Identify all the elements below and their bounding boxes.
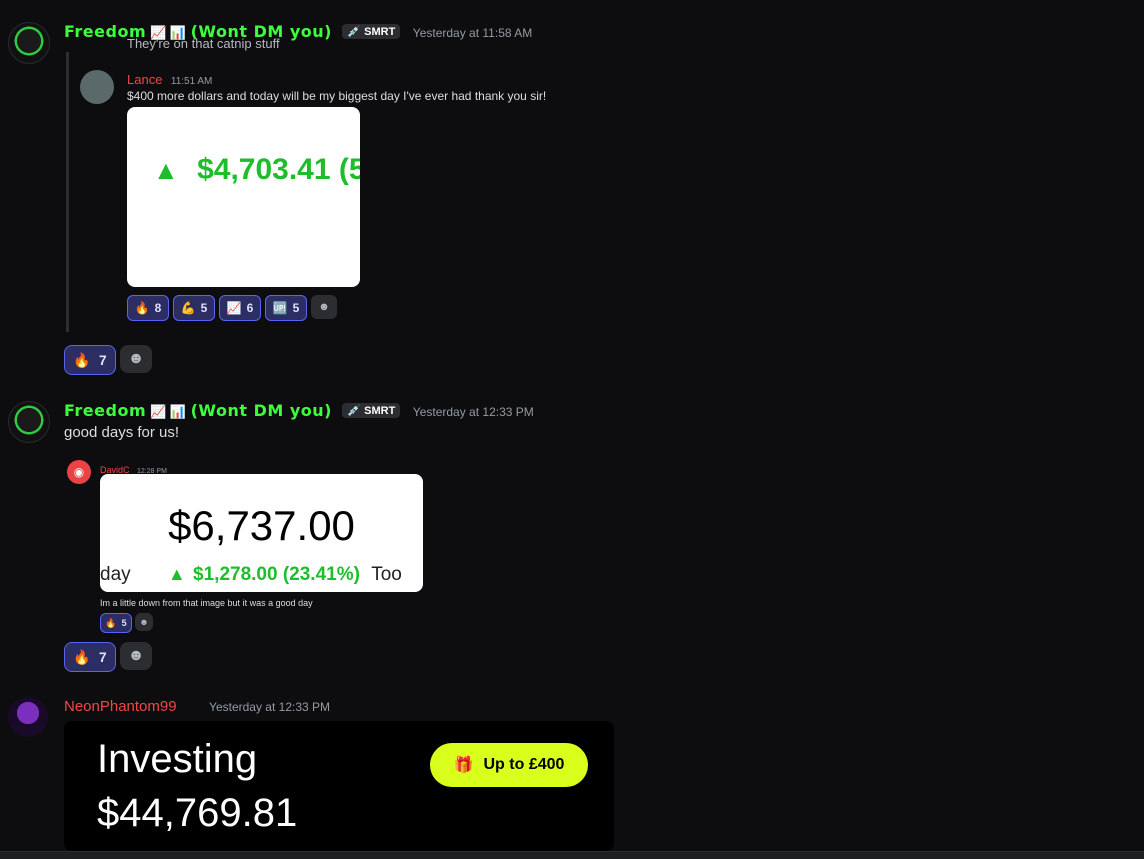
up-arrow-icon: ▲ — [153, 155, 179, 185]
forward-reactions: 🔥 8 💪 5 📈 6 🆙 5 ☻ — [127, 295, 337, 321]
reaction-count: 7 — [98, 352, 107, 368]
reaction[interactable]: 🔥 7 — [64, 345, 116, 375]
reaction[interactable]: 💪 5 — [173, 295, 215, 321]
muscle-icon: 💪 — [180, 301, 196, 315]
avatar[interactable] — [8, 401, 50, 443]
reaction[interactable]: 🔥 8 — [127, 295, 169, 321]
screenshot-image[interactable]: ▲ $4,703.41 (5 — [127, 107, 360, 287]
total-value: $6,737.00 — [168, 502, 355, 549]
gain-value: $4,703.41 (5 — [197, 153, 360, 186]
gain-row: ▲ $4,703.41 (5 — [153, 153, 360, 187]
username[interactable]: Freedom — [64, 401, 146, 420]
avatar[interactable] — [8, 697, 48, 737]
gift-icon: 🎁 — [453, 757, 474, 774]
card-value: $44,769.81 — [97, 791, 298, 835]
timestamp[interactable]: Yesterday at 11:58 AM — [413, 26, 532, 40]
reaction[interactable]: 🆙 5 — [265, 295, 307, 321]
up-button-icon: 🆙 — [272, 301, 288, 315]
fire-icon: 🔥 — [73, 648, 91, 665]
reaction-count: 6 — [246, 301, 254, 315]
message-header: NeonPhantom99 Yesterday at 12:33 PM — [64, 698, 330, 716]
timestamp[interactable]: Yesterday at 12:33 PM — [209, 700, 330, 714]
add-reaction-icon[interactable]: ☻ — [135, 613, 153, 631]
card-title: Investing — [97, 737, 258, 781]
username-suffix[interactable]: (Wont DM you) — [191, 401, 332, 420]
cta-button[interactable]: 🎁 Up to £400 — [430, 743, 588, 787]
screenshot-image[interactable]: $6,737.00 day ▲ $1,278.00 (23.41%) Too — [100, 474, 423, 592]
reaction-count: 5 — [292, 301, 300, 315]
add-reaction-icon[interactable]: ☻ — [120, 642, 152, 670]
forward-timestamp: 11:51 AM — [170, 76, 213, 87]
fire-icon: 🔥 — [105, 617, 117, 628]
day-label: day — [100, 564, 131, 585]
author-emojis: 📈 📊 — [150, 404, 187, 419]
cta-label: Up to £400 — [483, 756, 565, 773]
message-text: good days for us! — [64, 424, 180, 441]
forward-text: $400 more dollars and today will be my b… — [127, 89, 547, 103]
username[interactable]: NeonPhantom99 — [64, 698, 177, 715]
fire-icon: 🔥 — [134, 301, 150, 315]
gain-row: day ▲ $1,278.00 (23.41%) Too — [100, 564, 423, 586]
forward-header: Lance 11:51 AM — [127, 71, 212, 89]
reaction-count: 8 — [154, 301, 162, 315]
up-arrow-icon: ▲ — [167, 564, 186, 584]
reaction[interactable]: 🔥 5 — [100, 613, 132, 633]
forward-username[interactable]: Lance — [127, 72, 162, 87]
fire-icon: 🔥 — [73, 351, 91, 368]
forward-bar — [66, 52, 69, 332]
avatar[interactable] — [80, 70, 114, 104]
forward-reactions: 🔥 5 ☻ — [100, 613, 153, 633]
forward-text: Im a little down from that image but it … — [100, 598, 313, 608]
reaction-count: 7 — [98, 649, 107, 665]
reaction-count: 5 — [121, 618, 127, 628]
role-tag[interactable]: 💉 SMRT — [342, 403, 401, 418]
reaction[interactable]: 🔥 7 — [64, 642, 116, 672]
avatar[interactable] — [8, 22, 50, 64]
role-tag[interactable]: 💉 SMRT — [342, 24, 401, 39]
today-label: Too — [371, 564, 402, 585]
message-header: Freedom 📈 📊 (Wont DM you) 💉 SMRT Yesterda… — [64, 401, 534, 421]
gain-value: $1,278.00 (23.41%) — [193, 564, 360, 585]
discord-icon[interactable]: ◉ — [67, 460, 91, 484]
timestamp[interactable]: Yesterday at 12:33 PM — [413, 405, 534, 419]
add-reaction-icon[interactable]: ☻ — [120, 345, 152, 373]
chart-up-icon: 📈 — [226, 301, 242, 315]
add-reaction-icon[interactable]: ☻ — [311, 295, 337, 319]
investing-card[interactable]: Investing $44,769.81 🎁 Up to £400 — [64, 721, 614, 851]
message-reactions: 🔥 7 ☻ — [64, 642, 152, 672]
reaction[interactable]: 📈 6 — [219, 295, 261, 321]
quoted-text: They're on that catnip stuff — [127, 36, 280, 51]
message-reactions: 🔥 7 ☻ — [64, 345, 152, 375]
reaction-count: 5 — [200, 301, 208, 315]
